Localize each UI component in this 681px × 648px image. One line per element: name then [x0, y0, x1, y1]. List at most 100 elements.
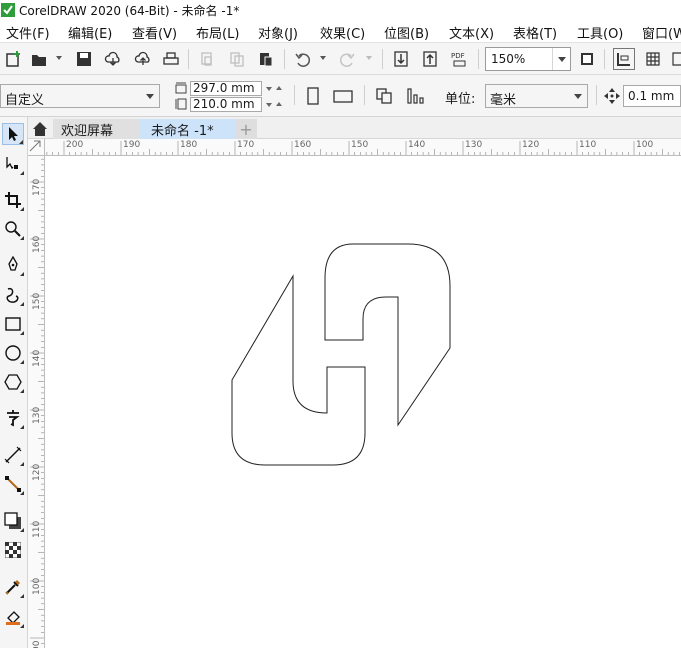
menu-view[interactable]: 查看(V) — [132, 23, 177, 42]
freehand-tool-button[interactable] — [2, 254, 24, 276]
page-preset-value: 自定义 — [5, 93, 45, 108]
save-icon — [77, 52, 91, 66]
landscape-button[interactable] — [332, 85, 354, 107]
menu-tools[interactable]: 工具(O) — [577, 23, 623, 42]
menu-table[interactable]: 表格(T) — [513, 23, 557, 42]
dimension-tool-button[interactable] — [2, 444, 24, 466]
units-dropdown[interactable]: 毫米 — [485, 84, 588, 108]
page-width-input[interactable]: 297.0 mm — [190, 81, 262, 96]
horizontal-ruler-label: 120 — [522, 140, 540, 150]
print-button[interactable] — [160, 48, 182, 70]
copy-button[interactable] — [226, 48, 248, 70]
eyedropper-tool-button[interactable] — [2, 576, 24, 598]
horizontal-ruler-label: 160 — [294, 140, 312, 150]
flyout-indicator — [20, 389, 24, 393]
menu-object[interactable]: 对象(J) — [258, 23, 298, 42]
shape-tool-button[interactable] — [2, 153, 24, 175]
folder-open-icon — [32, 55, 46, 66]
guidelines-toggle-button[interactable] — [668, 48, 681, 70]
cloud-upload-icon — [134, 51, 150, 65]
page-height-input[interactable]: 210.0 mm — [190, 97, 262, 112]
page-width-spinner[interactable] — [262, 81, 284, 96]
import-icon — [394, 51, 408, 67]
paste-button[interactable] — [255, 48, 277, 70]
current-page-button[interactable] — [404, 85, 426, 107]
menu-edit[interactable]: 编辑(E) — [68, 23, 112, 42]
print-icon — [163, 52, 179, 65]
cloud-download-icon — [104, 51, 120, 66]
vertical-ruler-label: 110 — [32, 520, 42, 538]
page-width-icon — [175, 82, 187, 94]
zoom-dropdown-icon[interactable] — [552, 48, 570, 70]
copy-icon — [230, 52, 244, 67]
ellipse-tool-button[interactable] — [2, 342, 24, 364]
import-button[interactable] — [390, 48, 412, 70]
horizontal-ruler-label: 130 — [465, 140, 483, 150]
menu-bar: 文件(F) 编辑(E) 查看(V) 布局(L) 对象(J) 效果(C) 位图(B… — [0, 20, 681, 42]
cloud-download-button[interactable] — [102, 48, 124, 70]
zoom-tool-button[interactable] — [2, 218, 24, 240]
crop-tool-button[interactable] — [2, 189, 24, 211]
text-tool-button[interactable] — [2, 407, 24, 429]
flyout-indicator — [20, 491, 24, 495]
portrait-button[interactable] — [302, 85, 324, 107]
connector-tool-button[interactable] — [2, 473, 24, 495]
document-tab-bar: 欢迎屏幕 未命名 -1* + — [28, 117, 681, 139]
page-preset-dropdown[interactable]: 自定义 — [0, 84, 160, 108]
vertical-ruler-label: 160 — [32, 235, 42, 253]
rectangle-tool-button[interactable] — [2, 313, 24, 335]
cloud-upload-button[interactable] — [132, 48, 154, 70]
horizontal-ruler-label: 100 — [636, 140, 654, 150]
grid-toggle-button[interactable] — [642, 48, 664, 70]
menu-bitmaps[interactable]: 位图(B) — [384, 23, 429, 42]
cut-button[interactable] — [196, 48, 218, 70]
cut-icon — [201, 52, 212, 66]
menu-text[interactable]: 文本(X) — [449, 23, 494, 42]
pick-tool-button[interactable] — [2, 123, 24, 145]
logo-shape-right[interactable] — [324, 243, 451, 427]
all-pages-button[interactable] — [373, 85, 395, 107]
flyout-indicator — [20, 425, 24, 429]
undo-dropdown-icon[interactable] — [320, 56, 326, 60]
export-button[interactable] — [419, 48, 441, 70]
new-document-button[interactable] — [2, 48, 24, 70]
menu-effects[interactable]: 效果(C) — [320, 23, 365, 42]
flyout-indicator — [20, 272, 24, 276]
horizontal-ruler-label: 200 — [66, 140, 84, 150]
publish-pdf-button[interactable]: PDF — [449, 48, 471, 70]
nudge-distance-input[interactable]: 0.1 mm — [623, 85, 681, 107]
ruler-origin[interactable] — [28, 139, 45, 156]
horizontal-ruler-label: 110 — [579, 140, 597, 150]
redo-button[interactable] — [336, 48, 358, 70]
standard-toolbar: PDF — [0, 42, 681, 75]
zoom-level-combo[interactable]: 150% — [485, 47, 571, 71]
vertical-ruler[interactable]: 170 160 150 140 130 120 110 100 90 — [28, 156, 45, 648]
logo-shape-left[interactable] — [231, 274, 366, 466]
menu-layout[interactable]: 布局(L) — [196, 23, 239, 42]
menu-window[interactable]: 窗口(W — [642, 23, 681, 42]
undo-button[interactable] — [292, 48, 314, 70]
tab-document[interactable]: 未命名 -1* — [140, 119, 236, 139]
horizontal-ruler-label: 150 — [351, 140, 369, 150]
open-button[interactable] — [28, 48, 50, 70]
page-height-spinner[interactable] — [262, 97, 284, 112]
horizontal-ruler[interactable]: 200 190 180 170 160 150 140 130 120 110 100 — [45, 139, 681, 156]
save-button[interactable] — [73, 48, 95, 70]
menu-file[interactable]: 文件(F) — [6, 23, 50, 42]
interactive-fill-tool-button[interactable] — [2, 606, 24, 628]
redo-dropdown-icon[interactable] — [366, 56, 372, 60]
title-bar: CorelDRAW 2020 (64-Bit) - 未命名 -1* — [0, 0, 681, 20]
polygon-tool-button[interactable] — [2, 371, 24, 393]
drawing-canvas[interactable] — [45, 156, 681, 648]
transparency-tool-button[interactable] — [2, 539, 24, 561]
vertical-ruler-label: 140 — [32, 349, 42, 367]
vertical-ruler-label: 150 — [32, 292, 42, 310]
home-tab[interactable] — [28, 119, 52, 139]
toolbar-separator — [364, 85, 365, 105]
rulers-toggle-button[interactable] — [613, 48, 635, 70]
artistic-media-tool-button[interactable] — [2, 284, 24, 306]
open-dropdown-icon[interactable] — [56, 56, 62, 60]
full-screen-button[interactable] — [576, 48, 598, 70]
drop-shadow-tool-button[interactable] — [2, 510, 24, 532]
new-tab-button[interactable]: + — [235, 119, 257, 139]
